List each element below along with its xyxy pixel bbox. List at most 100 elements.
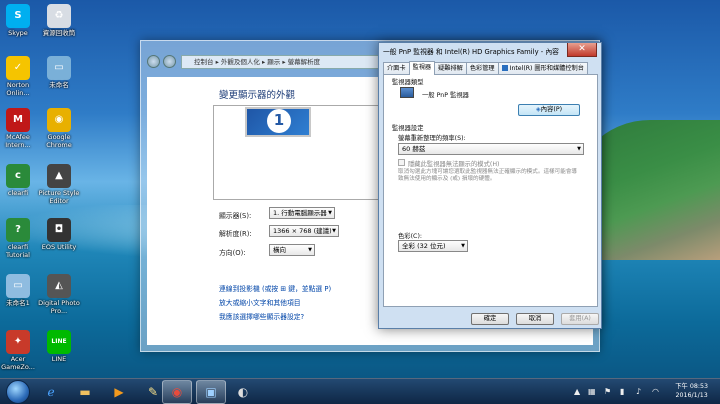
norton-icon: ✓ [6, 56, 30, 80]
chevron-down-icon: ▼ [332, 228, 336, 234]
desktop-icon[interactable]: ♻ 資源回收筒 [36, 4, 82, 38]
desktop-icon[interactable]: ◘ EOS Utility [36, 218, 82, 252]
orientation-label: 方向(O): [219, 249, 246, 257]
desktop-icon[interactable]: ▭ 未命名1 [0, 274, 41, 308]
line-icon: LINE [47, 330, 71, 354]
desktop-icon-label: Google Chrome [46, 133, 72, 149]
dialog-title: 一般 PnP 監視器 和 Intel(R) HD Graphics Family… [383, 48, 559, 56]
desktop-icon-label: 資源回收筒 [42, 29, 76, 37]
taskbar: ℯ ▬ ▶ ✎ ◉ ▣ ◐ ▲ ▦ ⚑ ▮ ♪ ◠ 下午 08:53 2016/… [0, 378, 720, 404]
desktop-icon-label: Acer GameZo... [1, 355, 35, 371]
desktop-icon[interactable]: ▭ 未命名 [36, 56, 82, 90]
ok-button[interactable]: 確定 [471, 313, 509, 325]
desktop-icon-label: clearfi [7, 189, 29, 197]
desktop-icon[interactable]: S Skype [0, 4, 41, 38]
monitor-tab-panel: 監視器類型 一般 PnP 監視器 ◈內容(P) 監視器設定 螢幕重新整理的頻率(… [383, 74, 598, 307]
chevron-down-icon: ▼ [328, 210, 332, 216]
desktop-icon-label: McAfee Intern... [5, 133, 31, 149]
desktop-icon-label: Skype [8, 29, 28, 37]
picture-style-icon: ▲ [47, 164, 71, 188]
acer-gamezone-icon: ✦ [6, 330, 30, 354]
ie-taskbar-icon[interactable]: ℯ [36, 380, 66, 404]
desktop-icon-label: Picture Style Editor [38, 189, 80, 205]
flag-icon[interactable]: ⚑ [604, 387, 611, 396]
resolution-label: 解析度(R): [219, 230, 252, 238]
desktop-icon[interactable]: ▲ Picture Style Editor [36, 164, 82, 205]
apps-taskbar-icon[interactable]: ◐ [228, 380, 258, 404]
close-button[interactable]: ✕ [567, 43, 597, 57]
hide-modes-checkbox[interactable] [398, 159, 405, 166]
properties-button[interactable]: ◈內容(P) [518, 104, 580, 116]
chevron-down-icon: ▼ [308, 247, 312, 253]
monitor-properties-dialog: 一般 PnP 監視器 和 Intel(R) HD Graphics Family… [378, 42, 602, 329]
desktop-icon[interactable]: ◭ Digital Photo Pro... [36, 274, 82, 315]
forward-button[interactable] [163, 55, 176, 68]
properties-button-label: 內容(P) [540, 106, 563, 113]
hide-modes-label: 隱藏此監視器無法顯示的模式(H) [408, 161, 500, 168]
text-size-link[interactable]: 放大或縮小文字和其他項目 [219, 297, 301, 307]
skype-icon: S [6, 4, 30, 28]
desktop-icon[interactable]: LINE LINE [36, 330, 82, 364]
colors-select[interactable]: 全彩 (32 位元) ▼ [398, 240, 468, 252]
desktop-icon-label: Digital Photo Pro... [38, 299, 80, 315]
wifi-icon[interactable]: ◠ [652, 387, 659, 396]
clock-time: 下午 08:53 [675, 383, 708, 390]
recycle-bin-icon: ♻ [47, 4, 71, 28]
start-button[interactable] [6, 380, 30, 404]
app-icon: ◐ [237, 385, 249, 399]
desktop-icon[interactable]: ✓ Norton Onlin... [0, 56, 41, 97]
media-player-icon: ▶ [114, 385, 124, 399]
notification-up-icon[interactable]: ▲ [574, 387, 580, 396]
display-select[interactable]: 1. 行動電腦顯示器 ▼ [269, 207, 335, 219]
brush-icon: ✎ [147, 385, 159, 399]
resolution-value: 1366 × 768 (建議) [273, 227, 332, 235]
volume-icon[interactable]: ♪ [636, 387, 641, 396]
desktop-icon-label: 未命名 [49, 81, 69, 89]
display-value: 1. 行動電腦顯示器 [273, 209, 327, 217]
explorer-taskbar-icon[interactable]: ▬ [70, 380, 100, 404]
clearfi-tutorial-icon: ? [6, 218, 30, 242]
internet-explorer-icon: ℯ [47, 385, 55, 399]
desktop-icon-label: clearfi Tutorial [6, 243, 30, 259]
camera-icon: ◘ [47, 218, 71, 242]
orientation-select[interactable]: 橫向 ▼ [269, 244, 315, 256]
dpp-icon: ◭ [47, 274, 71, 298]
refresh-rate-value: 60 赫茲 [402, 145, 426, 153]
chrome-icon: ◉ [47, 108, 71, 132]
chrome-taskbar-icon[interactable]: ◉ [162, 380, 192, 404]
battery-icon[interactable]: ▮ [620, 387, 624, 396]
intel-icon [501, 65, 508, 71]
image-file-icon-2: ▭ [6, 274, 30, 298]
network-icon[interactable]: ▦ [588, 387, 596, 396]
desktop-icon[interactable]: ✦ Acer GameZo... [0, 330, 41, 371]
control-panel-taskbar-icon[interactable]: ▣ [196, 380, 226, 404]
projector-link[interactable]: 連線到投影機 (或按 ⊞ 鍵，並點選 P) [219, 283, 331, 293]
desktop-icon[interactable]: M McAfee Intern... [0, 108, 41, 149]
monitor-type-group-title: 監視器類型 [392, 79, 424, 86]
desktop-icon-label: Norton Onlin... [6, 81, 30, 97]
refresh-rate-label: 螢幕重新整理的頻率(S): [398, 135, 466, 142]
desktop-icon[interactable]: ? clearfi Tutorial [0, 218, 41, 259]
desktop-icon-label: EOS Utility [41, 243, 77, 251]
help-link[interactable]: 我應該選擇哪些顯示器設定? [219, 311, 304, 321]
hide-modes-description: 取消勾選此方塊可讓您選取此監視器無法正確顯示的模式。這樣可能會導致無法使用的顯示… [398, 169, 578, 182]
media-taskbar-icon[interactable]: ▶ [104, 380, 134, 404]
colors-value: 全彩 (32 位元) [402, 242, 446, 250]
desktop-icon[interactable]: c clearfi [0, 164, 41, 198]
page-title: 變更顯示器的外觀 [219, 90, 296, 101]
desktop-icon-label: 未命名1 [6, 299, 30, 307]
apply-button[interactable]: 套用(A) [561, 313, 599, 325]
monitor-settings-group-title: 監視器設定 [392, 125, 424, 132]
desktop-icon[interactable]: ◉ Google Chrome [36, 108, 82, 149]
monitor-number: 1 [267, 109, 291, 133]
system-clock[interactable]: 下午 08:53 2016/1/13 [675, 382, 708, 400]
back-button[interactable] [147, 55, 160, 68]
chrome-icon: ◉ [171, 385, 183, 399]
cancel-button[interactable]: 取消 [516, 313, 554, 325]
clearfi-icon: c [6, 164, 30, 188]
refresh-rate-select[interactable]: 60 赫茲 ▼ [398, 143, 584, 155]
chevron-down-icon: ▼ [577, 146, 581, 152]
tab-monitor[interactable]: 監視器 [408, 61, 436, 75]
tab-intel-label: Intel(R) 圖形和媒體控制台 [509, 65, 584, 72]
resolution-select[interactable]: 1366 × 768 (建議) ▼ [269, 225, 339, 237]
